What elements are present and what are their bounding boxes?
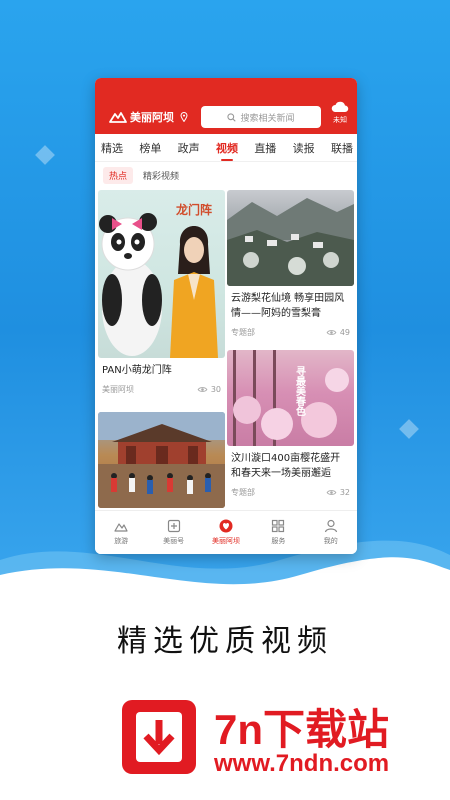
video-meta: 专题部 32 bbox=[227, 487, 354, 498]
subtab-hot[interactable]: 热点 bbox=[103, 166, 134, 184]
brand-name: 7n下载站 bbox=[214, 706, 390, 753]
tab-live[interactable]: 直播 bbox=[254, 136, 276, 160]
eye-icon bbox=[326, 490, 337, 495]
view-count: 49 bbox=[326, 328, 350, 337]
phone-screen: 美丽阿坝 搜索相关新闻 未知 精选 榜单 政声 视频 直播 读报 联播 热点 精… bbox=[95, 78, 357, 554]
decor-diamond bbox=[399, 419, 419, 439]
promo-slogan: 精选优质视频 bbox=[117, 624, 333, 659]
cloud-icon bbox=[331, 101, 349, 112]
mountain-icon bbox=[114, 523, 128, 532]
video-card-village[interactable]: 云游梨花仙境 畅享田园风情——阿妈的雪梨膏 专题部 49 bbox=[227, 190, 354, 338]
location-pin-icon[interactable] bbox=[180, 112, 188, 122]
nav-meilihao[interactable]: 美丽号 bbox=[152, 519, 196, 546]
village-thumbnail-art bbox=[227, 198, 354, 286]
app-logo-text: 美丽阿坝 bbox=[130, 111, 174, 124]
weather-label: 未知 bbox=[333, 116, 347, 124]
video-card-blossom[interactable]: 寻最美春色 汶川漩口400亩樱花盛开 和春天来一场美丽邂逅 专题部 32 bbox=[227, 350, 354, 498]
view-count: 32 bbox=[326, 488, 350, 497]
video-thumbnail[interactable] bbox=[227, 190, 354, 286]
temple-thumbnail-art bbox=[98, 412, 225, 508]
tab-jingxuan[interactable]: 精选 bbox=[101, 136, 123, 160]
video-thumbnail[interactable] bbox=[98, 412, 225, 508]
video-source: 美丽阿坝 bbox=[102, 385, 134, 394]
logo-mountain-icon bbox=[109, 112, 127, 123]
nav-service[interactable]: 服务 bbox=[256, 519, 300, 546]
eye-icon bbox=[197, 387, 208, 392]
view-count-value: 49 bbox=[339, 328, 350, 337]
brand-url: www.7ndn.com bbox=[214, 750, 390, 777]
tab-lianbo[interactable]: 联播 bbox=[331, 136, 353, 160]
video-title: 云游梨花仙境 畅享田园风情——阿妈的雪梨膏 bbox=[231, 293, 345, 319]
grid-icon bbox=[272, 519, 285, 533]
nav-profile[interactable]: 我的 bbox=[309, 519, 353, 546]
tab-zhengsheng[interactable]: 政声 bbox=[178, 136, 200, 160]
search-bar[interactable]: 搜索相关新闻 bbox=[201, 106, 321, 128]
tab-bangdan[interactable]: 榜单 bbox=[139, 136, 161, 160]
nav-home[interactable]: 美丽阿坝 bbox=[204, 519, 248, 546]
video-meta: 美丽阿坝 30 bbox=[98, 384, 225, 395]
app-logo[interactable]: 美丽阿坝 bbox=[109, 109, 188, 125]
nav-label: 服务 bbox=[271, 537, 286, 545]
nav-label: 旅游 bbox=[114, 537, 129, 545]
blossom-thumbnail-art: 寻最美春色 bbox=[233, 350, 349, 446]
video-source: 专题部 bbox=[231, 328, 255, 337]
tab-video[interactable]: 视频 bbox=[216, 136, 238, 161]
nav-travel[interactable]: 旅游 bbox=[99, 519, 143, 546]
search-icon bbox=[227, 112, 237, 122]
video-subtabs: 热点 精彩视频 bbox=[95, 162, 357, 188]
user-icon bbox=[324, 519, 337, 533]
decor-diamond bbox=[35, 145, 55, 165]
eye-icon bbox=[326, 330, 337, 335]
brand-watermark: 7n下载站 www.7ndn.com bbox=[120, 698, 440, 782]
nav-label: 美丽号 bbox=[163, 537, 185, 545]
video-title: PAN小萌龙门阵 bbox=[102, 365, 172, 376]
subtab-featured-video[interactable]: 精彩视频 bbox=[143, 169, 179, 182]
plus-square-icon bbox=[167, 519, 180, 533]
nav-label: 美丽阿坝 bbox=[211, 537, 240, 545]
view-count-value: 30 bbox=[210, 385, 221, 394]
video-meta: 专题部 49 bbox=[227, 327, 354, 338]
view-count: 30 bbox=[197, 385, 221, 394]
panda-thumbnail-art: 龙门阵 bbox=[99, 202, 218, 358]
tab-newspaper[interactable]: 读报 bbox=[293, 136, 315, 160]
channel-tabs: 精选 榜单 政声 视频 直播 读报 联播 bbox=[95, 134, 357, 162]
thumb-text: 龙门阵 bbox=[176, 202, 212, 217]
video-thumbnail[interactable]: 龙门阵 bbox=[98, 190, 225, 358]
download-icon bbox=[122, 700, 196, 774]
video-thumbnail[interactable]: 寻最美春色 bbox=[227, 350, 354, 446]
video-title: 汶川漩口400亩樱花盛开 和春天来一场美丽邂逅 bbox=[231, 453, 341, 479]
heart-circle-icon bbox=[219, 519, 233, 533]
video-card-temple[interactable] bbox=[98, 412, 225, 508]
search-placeholder: 搜索相关新闻 bbox=[240, 113, 295, 124]
weather-widget[interactable]: 未知 bbox=[329, 100, 351, 125]
app-header: 美丽阿坝 搜索相关新闻 未知 bbox=[95, 78, 357, 134]
bottom-nav: 旅游 美丽号 美丽阿坝 服务 我的 bbox=[95, 510, 357, 554]
video-grid: 龙门阵 PAN小萌龙门阵 美丽阿坝 30 云游梨花仙境 畅享田园风情——阿妈的雪… bbox=[95, 190, 357, 510]
view-count-value: 32 bbox=[339, 488, 350, 497]
video-card-panda[interactable]: 龙门阵 PAN小萌龙门阵 美丽阿坝 30 bbox=[98, 190, 225, 395]
nav-label: 我的 bbox=[323, 537, 338, 545]
video-source: 专题部 bbox=[231, 488, 255, 497]
thumb-text: 寻最美春色 bbox=[294, 366, 306, 416]
